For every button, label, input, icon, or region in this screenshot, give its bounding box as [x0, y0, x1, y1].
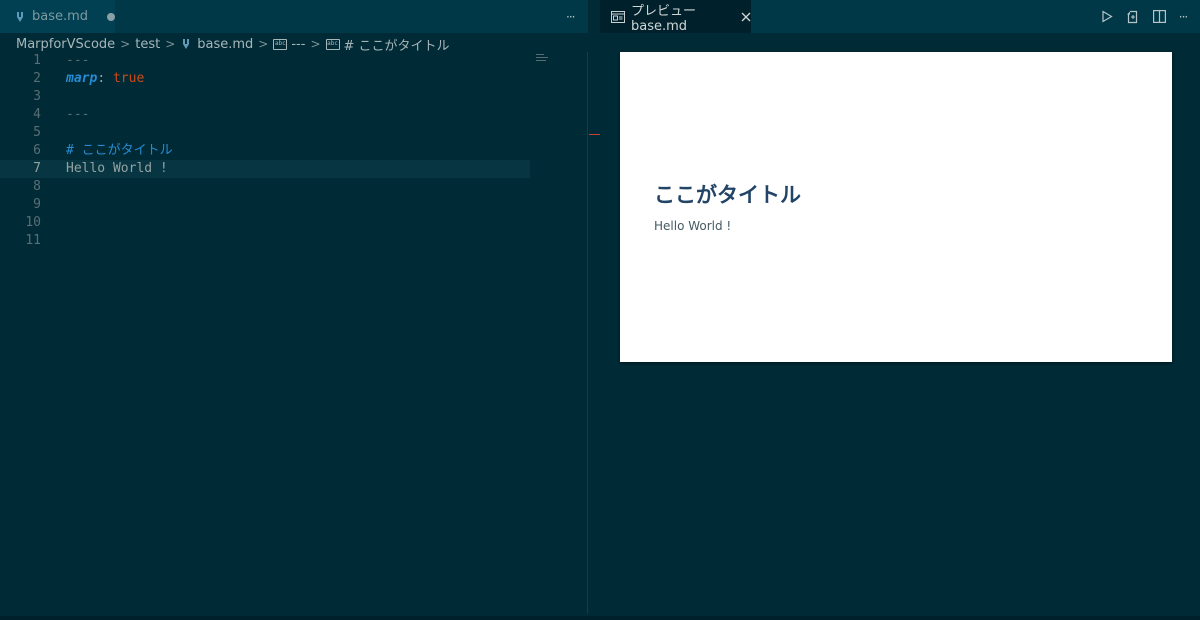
breadcrumb-subfolder[interactable]: test [135, 37, 160, 52]
code-line[interactable]: 4 --- [0, 106, 530, 124]
editor-divider[interactable] [587, 52, 588, 614]
slide-body-text: Hello World ! [654, 219, 732, 233]
tab-label: base.md [32, 9, 89, 24]
chevron-right-icon: > [258, 37, 269, 51]
line-text: # ここがタイトル [66, 143, 173, 158]
chevron-right-icon: > [120, 37, 131, 51]
slide: ここがタイトル Hello World ! [620, 52, 1172, 362]
markdown-icon [180, 38, 192, 50]
scrollbar-marker [589, 134, 600, 135]
line-number: 10 [25, 215, 41, 230]
line-number: 11 [25, 233, 41, 248]
line-text: --- [66, 107, 90, 122]
minimap[interactable] [536, 54, 548, 64]
line-number: 4 [33, 107, 41, 122]
code-line[interactable]: 1 --- [0, 52, 530, 70]
line-number: 3 [33, 89, 41, 104]
chevron-right-icon: > [165, 37, 176, 51]
slide-title: ここがタイトル [654, 183, 801, 207]
line-number: 1 [33, 53, 41, 68]
preview-content[interactable]: ここがタイトル Hello World ! [600, 33, 1200, 620]
yaml-key: marp [66, 71, 98, 86]
code-line[interactable]: 10 [0, 214, 530, 232]
code-line[interactable]: 2 marp: true [0, 70, 530, 88]
line-number: 8 [33, 179, 41, 194]
run-icon[interactable] [1094, 10, 1120, 23]
left-actions: ··· [566, 0, 592, 33]
tab-base-md[interactable]: base.md [0, 0, 115, 33]
breadcrumb-file[interactable]: base.md [197, 37, 253, 52]
more-actions-icon[interactable]: ··· [1172, 10, 1194, 24]
unsaved-dot-icon[interactable] [107, 12, 115, 21]
code-line[interactable]: 5 [0, 124, 530, 142]
preview-icon [611, 10, 625, 23]
preview-actions: ··· [1094, 0, 1194, 33]
left-tab-bar: base.md ··· [0, 0, 588, 33]
bottom-border [0, 616, 1200, 620]
markdown-icon [14, 11, 26, 23]
breadcrumb-symbol-frontmatter[interactable]: --- [291, 37, 305, 52]
yaml-value: true [112, 71, 145, 86]
line-number: 5 [33, 125, 41, 140]
preview-tab-bar: プレビュー base.md ··· [600, 0, 1200, 34]
line-number: 7 [33, 161, 41, 176]
symbol-string-icon: abc [325, 38, 340, 50]
tab-label: プレビュー base.md [631, 3, 697, 34]
line-text: marp: true [66, 70, 144, 88]
yaml-colon: : [97, 71, 106, 86]
code-editor[interactable]: 1 --- 2 marp: true 3 4 --- 5 6 # ここがタイトル… [0, 52, 588, 620]
line-text: Hello World ! [66, 161, 168, 176]
line-text: --- [66, 53, 90, 68]
code-line[interactable]: 11 [0, 232, 530, 250]
split-editor-icon[interactable] [1146, 10, 1172, 23]
close-icon[interactable] [741, 12, 751, 22]
more-actions-icon[interactable]: ··· [566, 10, 576, 24]
line-number: 2 [33, 71, 41, 86]
code-line[interactable]: 9 [0, 196, 530, 214]
line-number: 9 [33, 197, 41, 212]
code-line[interactable]: 6 # ここがタイトル [0, 142, 530, 160]
line-number: 6 [33, 143, 41, 158]
open-changes-icon[interactable] [1120, 10, 1146, 24]
code-line-current[interactable]: 7 Hello World ! [0, 160, 530, 178]
breadcrumb-folder[interactable]: MarpforVScode [16, 37, 115, 52]
breadcrumb-symbol-heading[interactable]: # ここがタイトル [344, 35, 450, 54]
chevron-right-icon: > [310, 37, 321, 51]
code-line[interactable]: 3 [0, 88, 530, 106]
tab-preview-base-md[interactable]: プレビュー base.md [600, 0, 751, 34]
left-editor-group: base.md ··· MarpforVScode > test > base.… [0, 0, 588, 620]
code-line[interactable]: 8 [0, 178, 530, 196]
preview-editor-group: プレビュー base.md ··· ここがタイトル Hello World ! [600, 0, 1200, 620]
symbol-string-icon: abc [273, 38, 288, 50]
